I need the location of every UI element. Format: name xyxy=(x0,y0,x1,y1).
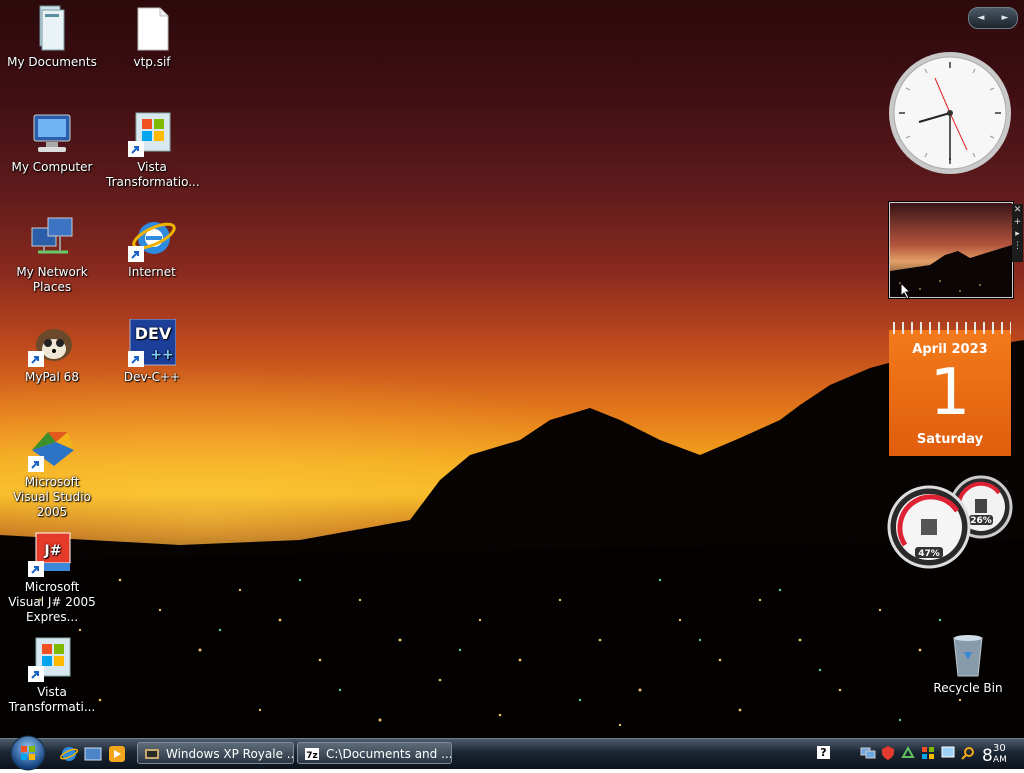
visual-jsharp-icon: J# xyxy=(28,529,76,577)
desktop-icon-vista-transformation[interactable]: Vista Transformatio... xyxy=(104,109,200,190)
calendar-gadget[interactable]: April 2023 1 Saturday xyxy=(889,322,1011,456)
desktop-icon-label: Microsoft Visual Studio 2005 xyxy=(13,475,91,519)
drag-handle-icon[interactable]: ⋮ xyxy=(1012,240,1023,252)
task-button-windows-xp-royale[interactable]: Windows XP Royale ... xyxy=(137,742,294,764)
clock-ampm: AM xyxy=(993,755,1007,765)
svg-text:++: ++ xyxy=(150,347,173,363)
computer-icon xyxy=(28,109,76,157)
calendar-rings xyxy=(889,322,1011,334)
cpu-meter-gadget[interactable]: 26% 47% xyxy=(887,475,1017,570)
mouse-cursor-icon xyxy=(900,282,912,300)
folder-documents-icon xyxy=(28,4,76,52)
quick-launch xyxy=(60,745,126,763)
clock-gadget[interactable] xyxy=(887,50,1013,176)
taskbar-clock[interactable]: 8 30 AM xyxy=(980,742,1020,766)
expand-icon[interactable]: ▸ xyxy=(1012,228,1023,240)
sidebar-nav: ◄ ► xyxy=(968,7,1018,29)
desktop[interactable]: My Documents vtp.sif My Computer Vista T… xyxy=(0,0,1024,738)
desktop-icon-label: MyPal 68 xyxy=(25,370,79,384)
calendar-page: April 2023 1 Saturday xyxy=(889,330,1011,456)
mypal-icon xyxy=(28,319,76,367)
desktop-icon-dev-cpp[interactable]: DEV ++ Dev-C++ xyxy=(104,319,200,385)
desktop-icon-my-documents[interactable]: My Documents xyxy=(4,4,100,70)
recycle-bin-icon xyxy=(944,630,992,678)
vista-installer-icon xyxy=(28,634,76,682)
show-desktop-icon[interactable] xyxy=(84,745,102,763)
desktop-icon-vista-transformation-2[interactable]: Vista Transformati... xyxy=(4,634,100,715)
desktop-icon-internet[interactable]: Internet xyxy=(104,214,200,280)
slideshow-controls: ✕ + ▸ ⋮ xyxy=(1012,204,1023,262)
cpu-percent: 47% xyxy=(918,549,940,559)
vista-installer-icon xyxy=(128,109,176,157)
clock-hour: 8 xyxy=(982,746,993,766)
svg-text:7z: 7z xyxy=(306,751,318,761)
desktop-icon-label: My Documents xyxy=(7,55,97,69)
monitor-tray-icon[interactable] xyxy=(940,745,956,761)
calendar-month: April 2023 xyxy=(912,342,988,357)
desktop-icon-label: My Network Places xyxy=(16,265,88,294)
desktop-icon-my-computer[interactable]: My Computer xyxy=(4,109,100,175)
windows-tray-icon[interactable] xyxy=(920,745,936,761)
internet-explorer-icon[interactable] xyxy=(60,745,78,763)
desktop-icon-mypal[interactable]: MyPal 68 xyxy=(4,319,100,385)
network-icon xyxy=(28,214,76,262)
svg-text:J#: J# xyxy=(44,543,62,559)
desktop-icon-label: Recycle Bin xyxy=(933,681,1003,695)
desktop-icon-vtp-sif[interactable]: vtp.sif xyxy=(104,4,200,70)
desktop-icon-visual-studio-2005[interactable]: Microsoft Visual Studio 2005 xyxy=(4,424,100,520)
search-icon[interactable] xyxy=(960,745,976,761)
desktop-icon-label: My Computer xyxy=(11,160,93,174)
desktop-icon-label: Vista Transformatio... xyxy=(106,160,200,189)
desktop-icon-label: vtp.sif xyxy=(133,55,171,69)
close-icon[interactable]: ✕ xyxy=(1012,204,1023,216)
shield-icon[interactable] xyxy=(880,745,896,761)
7zip-icon: 7z xyxy=(305,748,319,761)
media-player-icon[interactable] xyxy=(108,745,126,763)
internet-explorer-icon xyxy=(128,214,176,262)
recycle-tray-icon[interactable] xyxy=(900,745,916,761)
sidebar-next-button[interactable]: ► xyxy=(1002,13,1009,23)
desktop-icon-label: Microsoft Visual J# 2005 Expres... xyxy=(8,580,96,624)
sidebar-prev-button[interactable]: ◄ xyxy=(978,13,985,23)
desktop-icon-recycle-bin[interactable]: Recycle Bin xyxy=(920,630,1016,696)
desktop-icon-label: Internet xyxy=(128,265,176,279)
desktop-icon-label: Dev-C++ xyxy=(123,370,181,384)
desktop-icon-visual-jsharp[interactable]: J# Microsoft Visual J# 2005 Expres... xyxy=(4,529,100,625)
network-tray-icon[interactable] xyxy=(860,745,876,761)
file-icon xyxy=(128,4,176,52)
clock-minute: 30 xyxy=(993,743,1006,754)
options-icon[interactable]: + xyxy=(1012,216,1023,228)
calendar-day: 1 xyxy=(929,356,971,430)
theme-icon xyxy=(145,749,159,759)
desktop-icon-my-network-places[interactable]: My Network Places xyxy=(4,214,100,295)
help-icon[interactable]: ? xyxy=(817,746,830,759)
desktop-icon-label: Vista Transformati... xyxy=(8,685,96,714)
task-label: Windows XP Royale ... xyxy=(166,747,294,761)
calendar-weekday: Saturday xyxy=(916,432,984,447)
system-tray xyxy=(860,745,976,761)
dev-cpp-icon: DEV ++ xyxy=(128,319,176,367)
visual-studio-icon xyxy=(28,424,76,472)
start-button[interactable] xyxy=(8,733,48,773)
svg-text:DEV: DEV xyxy=(135,324,172,343)
taskbar: Windows XP Royale ... 7z C:\Documents an… xyxy=(0,735,1024,771)
task-button-documents-folder[interactable]: 7z C:\Documents and ... xyxy=(297,742,452,764)
task-label: C:\Documents and ... xyxy=(326,747,452,761)
memory-percent: 26% xyxy=(970,516,992,526)
